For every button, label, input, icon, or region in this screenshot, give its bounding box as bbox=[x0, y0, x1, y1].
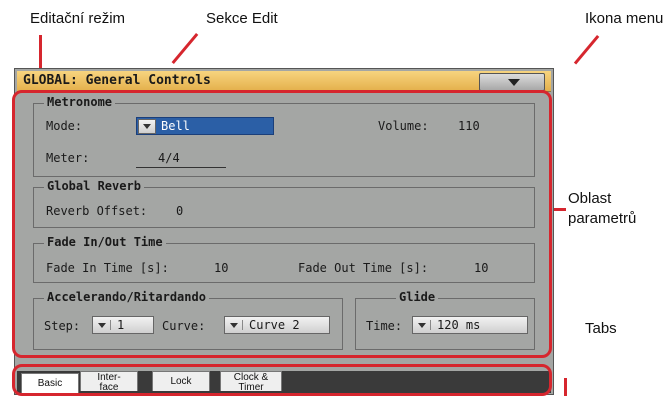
edit-section-label: General Controls bbox=[85, 73, 211, 88]
callout-menu-icon: Ikona menu bbox=[585, 10, 664, 27]
page-title: GLOBAL: General Controls bbox=[23, 73, 211, 88]
leader-edit-section bbox=[171, 33, 199, 65]
title-bar: GLOBAL: General Controls bbox=[17, 71, 551, 92]
leader-tabs bbox=[564, 378, 567, 396]
callout-param-area: Oblast parametrů bbox=[568, 189, 636, 229]
edit-mode-label: GLOBAL: bbox=[23, 73, 78, 88]
callout-param-area-line2: parametrů bbox=[568, 210, 637, 227]
parameter-area-highlight bbox=[12, 90, 552, 358]
page-menu-button[interactable] bbox=[479, 73, 545, 91]
callout-param-area-line1: Oblast bbox=[568, 190, 612, 207]
callout-tabs: Tabs bbox=[585, 320, 617, 337]
leader-menu-icon bbox=[573, 35, 600, 65]
tabs-highlight bbox=[12, 364, 552, 396]
callout-edit-section: Sekce Edit bbox=[206, 10, 278, 27]
callout-edit-mode: Editační režim bbox=[30, 10, 126, 27]
menu-arrow-icon bbox=[508, 79, 520, 86]
leader-param-area bbox=[552, 208, 566, 211]
